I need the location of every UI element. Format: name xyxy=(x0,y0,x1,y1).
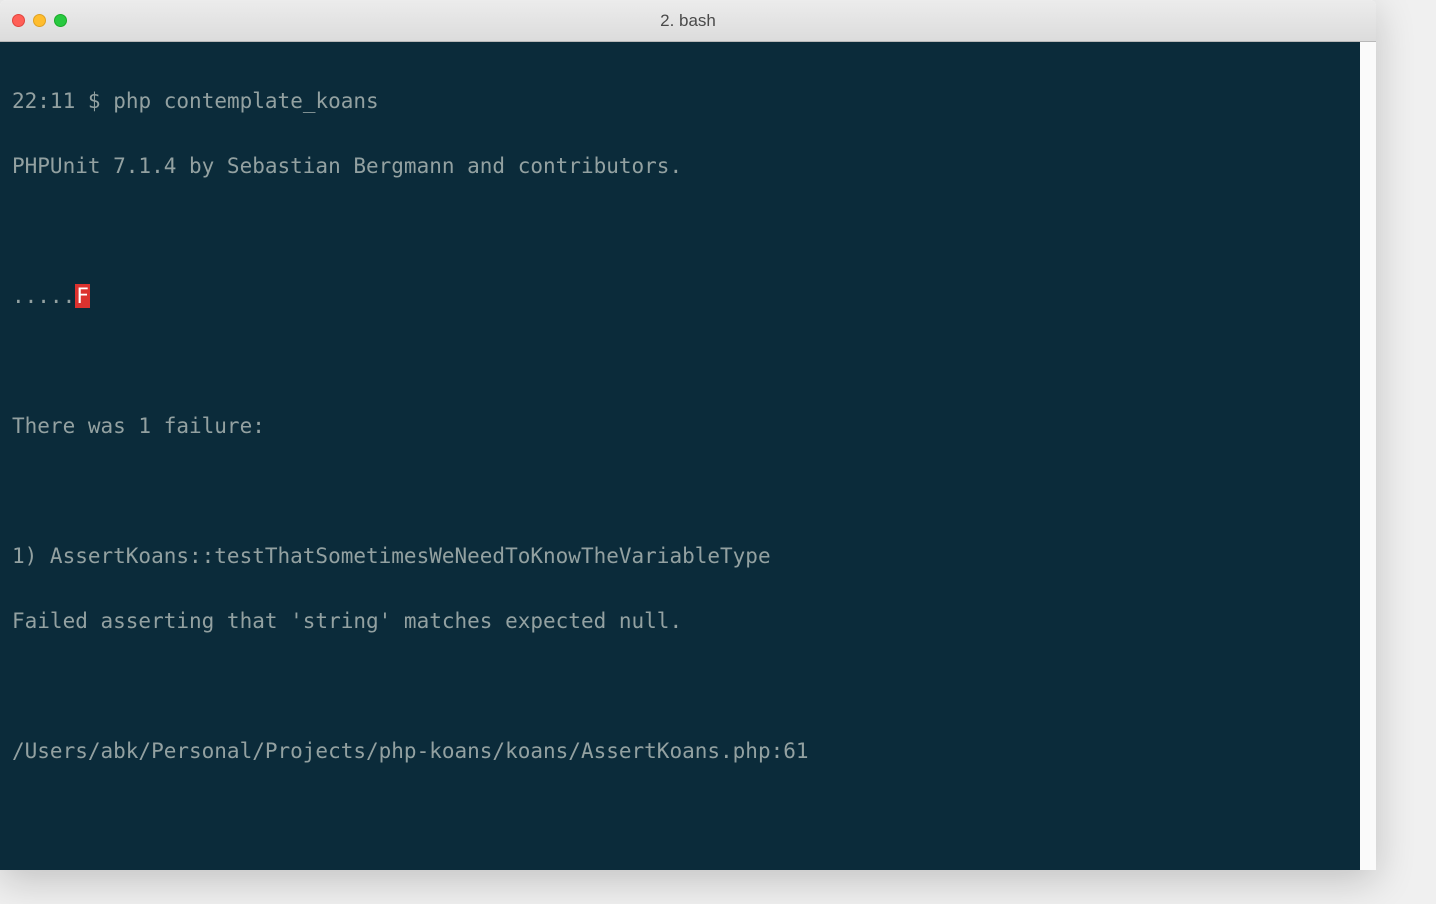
blank-line xyxy=(12,670,1364,703)
prompt-symbol: $ xyxy=(88,89,101,113)
close-button[interactable] xyxy=(12,14,25,27)
blank-line xyxy=(12,345,1364,378)
prompt-time: 22:11 xyxy=(12,89,75,113)
progress-fail-marker: F xyxy=(75,284,90,308)
blank-line xyxy=(12,475,1364,508)
phpunit-version-line: PHPUnit 7.1.4 by Sebastian Bergmann and … xyxy=(12,150,1364,183)
maximize-button[interactable] xyxy=(54,14,67,27)
blank-line xyxy=(12,215,1364,248)
terminal-window: 2. bash 22:11 $ php contemplate_koans PH… xyxy=(0,0,1376,870)
failure-test-name: 1) AssertKoans::testThatSometimesWeNeedT… xyxy=(12,540,1364,573)
prompt-line: 22:11 $ php contemplate_koans xyxy=(12,85,1364,118)
terminal-content[interactable]: 22:11 $ php contemplate_koans PHPUnit 7.… xyxy=(0,42,1376,870)
progress-line: .....F xyxy=(12,280,1364,313)
progress-dots: ..... xyxy=(12,284,75,308)
highlighted-progress-line-1: You are making progress but have more to… xyxy=(12,866,1364,870)
window-titlebar[interactable]: 2. bash xyxy=(0,0,1376,42)
window-title: 2. bash xyxy=(0,11,1376,31)
scrollbar[interactable] xyxy=(1360,42,1376,870)
failure-file-location: /Users/abk/Personal/Projects/php-koans/k… xyxy=(12,735,1364,768)
minimize-button[interactable] xyxy=(33,14,46,27)
failure-assertion-message: Failed asserting that 'string' matches e… xyxy=(12,605,1364,638)
prompt-command: php contemplate_koans xyxy=(113,89,379,113)
blank-line xyxy=(12,801,1364,834)
failure-header: There was 1 failure: xyxy=(12,410,1364,443)
traffic-lights xyxy=(12,14,67,27)
